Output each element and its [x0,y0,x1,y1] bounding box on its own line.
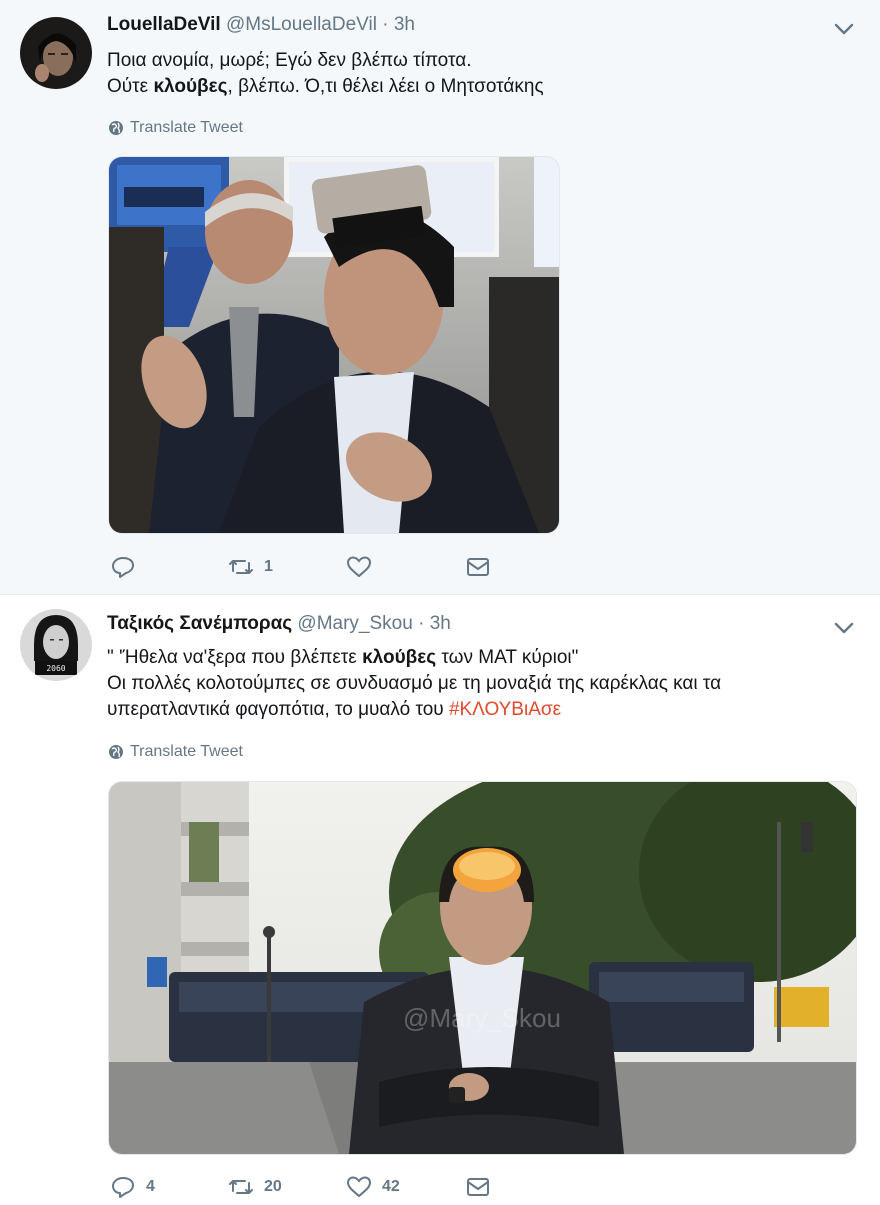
hashtag-link[interactable]: #ΚΛΟΥΒιΑσε [449,699,561,720]
translate-tweet-link[interactable]: Translate Tweet [108,743,243,761]
reply-button[interactable]: 4 [110,1175,155,1199]
tweet-media-photo[interactable] [108,156,560,534]
separator-dot: · [418,613,425,634]
timestamp[interactable]: 3h [430,613,451,634]
like-count: 42 [382,1178,400,1195]
chevron-down-icon[interactable] [834,22,854,36]
retweet-icon [229,1180,253,1194]
avatar-image [20,17,92,89]
tweet-2[interactable]: 2060 Ταξικός Σανέμπορας @Mary_Skou · 3h … [0,595,880,1200]
direct-message-button[interactable] [465,1175,491,1199]
globe-icon [109,745,123,759]
like-button[interactable] [346,555,382,579]
reply-button[interactable] [110,555,146,579]
tweet-header: Ταξικός Σανέμπορας @Mary_Skou · 3h [107,613,451,635]
globe-icon [109,121,123,135]
tweet-actions: 1 [110,555,530,585]
timestamp[interactable]: 3h [394,14,415,35]
tweet-1[interactable]: LouellaDeVil @MsLouellaDeVil · 3h Ποια α… [0,0,880,595]
reply-icon [112,1177,134,1198]
avatar[interactable] [20,17,92,89]
tweet-text-line: Ούτε κλούβες, βλέπω. Ό,τι θέλει λέει ο Μ… [107,76,544,97]
tweet-text-line: Ποια ανομία, μωρέ; Εγώ δεν βλέπω τίποτα. [107,50,472,71]
like-icon [346,1176,372,1198]
like-icon [346,556,372,578]
user-handle[interactable]: @MsLouellaDeVil [226,14,377,35]
avatar-image: 2060 [20,609,92,681]
tweet-text: Ποια ανομία, μωρέ; Εγώ δεν βλέπω τίποτα.… [107,48,544,100]
tweet-text-line: Οι πολλές κολοτούμπες σε συνδυασμό με τη… [107,673,722,694]
chevron-down-icon[interactable] [834,621,854,635]
tweet-actions: 4 20 42 [110,1175,530,1205]
tweet-text: " 'Ήθελα να'ξερα που βλέπετε κλούβες των… [107,645,721,723]
highlighted-keyword: κλούβες [362,647,437,668]
dm-icon [467,1178,489,1196]
photo-man-arms-crossed-street: @Mary_Skou [109,782,856,1154]
display-name[interactable]: Ταξικός Σανέμπορας [107,613,292,634]
translate-tweet-link[interactable]: Translate Tweet [108,119,243,137]
avatar[interactable]: 2060 [20,609,92,681]
svg-text:2060: 2060 [46,664,65,673]
retweet-icon [229,560,253,574]
tweet-text-line: υπερατλαντικά φαγοπότια, το μυαλό του #Κ… [107,699,562,720]
direct-message-button[interactable] [465,555,491,579]
retweet-button[interactable]: 1 [228,555,273,579]
retweet-count: 20 [264,1178,282,1195]
highlighted-keyword: κλούβες [153,76,228,97]
reply-count: 4 [146,1178,155,1195]
like-button[interactable]: 42 [346,1175,400,1199]
display-name[interactable]: LouellaDeVil [107,14,221,35]
user-handle[interactable]: @Mary_Skou [297,613,412,634]
tweet-media-photo[interactable]: @Mary_Skou [108,781,857,1155]
separator-dot: · [382,14,389,35]
retweet-button[interactable]: 20 [228,1175,282,1199]
translate-label: Translate Tweet [130,743,243,760]
media-watermark: @Mary_Skou [403,1003,561,1033]
photo-man-vr-headset [109,157,559,533]
tweet-header: LouellaDeVil @MsLouellaDeVil · 3h [107,14,415,36]
dm-icon [467,558,489,576]
translate-label: Translate Tweet [130,119,243,136]
tweet-text-line: " 'Ήθελα να'ξερα που βλέπετε κλούβες των… [107,647,579,668]
reply-icon [112,557,134,578]
retweet-count: 1 [264,558,273,575]
